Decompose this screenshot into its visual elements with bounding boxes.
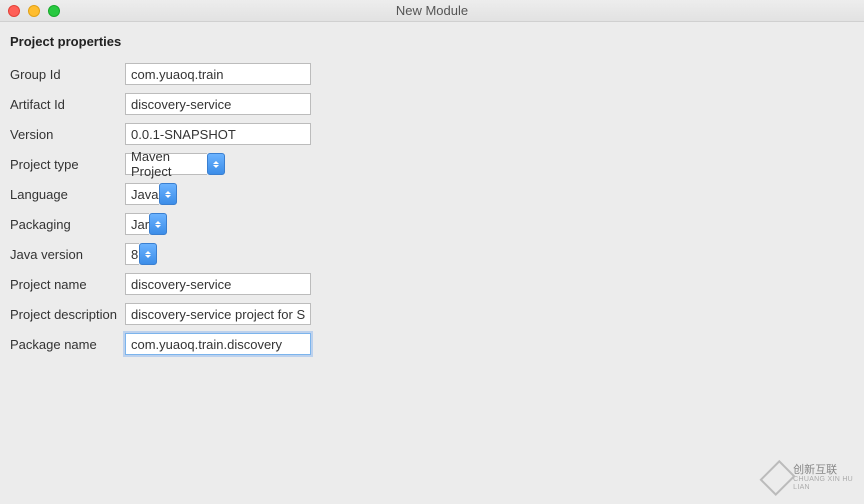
project-name-input[interactable] <box>125 273 311 295</box>
row-packaging: Packaging Jar <box>10 213 854 235</box>
label-packaging: Packaging <box>10 217 125 232</box>
watermark-logo: 创新互联 CHUANG XIN HU LIAN <box>766 460 856 496</box>
artifact-id-input[interactable] <box>125 93 311 115</box>
label-language: Language <box>10 187 125 202</box>
package-name-input[interactable] <box>125 333 311 355</box>
maximize-icon[interactable] <box>48 5 60 17</box>
minimize-icon[interactable] <box>28 5 40 17</box>
section-title: Project properties <box>10 34 854 49</box>
content-area: Project properties Group Id Artifact Id … <box>0 22 864 375</box>
dropdown-icon <box>207 153 225 175</box>
label-artifact-id: Artifact Id <box>10 97 125 112</box>
packaging-value: Jar <box>125 213 149 235</box>
watermark-en: CHUANG XIN HU LIAN <box>793 476 856 491</box>
java-version-value: 8 <box>125 243 139 265</box>
row-package-name: Package name <box>10 333 854 355</box>
label-java-version: Java version <box>10 247 125 262</box>
row-project-type: Project type Maven Project <box>10 153 854 175</box>
label-package-name: Package name <box>10 337 125 352</box>
traffic-lights <box>0 5 60 17</box>
row-project-description: Project description <box>10 303 854 325</box>
window-title: New Module <box>0 3 864 18</box>
row-version: Version <box>10 123 854 145</box>
row-language: Language Java <box>10 183 854 205</box>
dropdown-icon <box>149 213 167 235</box>
row-group-id: Group Id <box>10 63 854 85</box>
window-titlebar: New Module <box>0 0 864 22</box>
row-java-version: Java version 8 <box>10 243 854 265</box>
label-version: Version <box>10 127 125 142</box>
label-group-id: Group Id <box>10 67 125 82</box>
close-icon[interactable] <box>8 5 20 17</box>
language-value: Java <box>125 183 159 205</box>
project-type-value: Maven Project <box>125 153 207 175</box>
dropdown-icon <box>139 243 157 265</box>
packaging-select[interactable]: Jar <box>125 213 167 235</box>
group-id-input[interactable] <box>125 63 311 85</box>
watermark-cn: 创新互联 <box>793 464 856 476</box>
row-artifact-id: Artifact Id <box>10 93 854 115</box>
label-project-name: Project name <box>10 277 125 292</box>
java-version-select[interactable]: 8 <box>125 243 157 265</box>
row-project-name: Project name <box>10 273 854 295</box>
project-description-input[interactable] <box>125 303 311 325</box>
label-project-type: Project type <box>10 157 125 172</box>
label-project-description: Project description <box>10 307 125 322</box>
project-type-select[interactable]: Maven Project <box>125 153 225 175</box>
dropdown-icon <box>159 183 177 205</box>
logo-icon <box>759 460 795 496</box>
language-select[interactable]: Java <box>125 183 177 205</box>
version-input[interactable] <box>125 123 311 145</box>
